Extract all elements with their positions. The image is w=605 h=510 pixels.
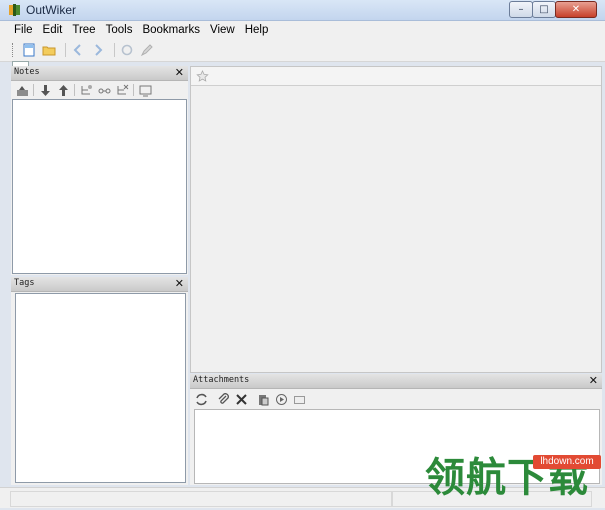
menu-bookmarks[interactable]: Bookmarks [138,24,204,36]
forward-icon[interactable] [90,42,106,58]
attachments-pane-header[interactable]: Attachments ✕ [190,374,602,389]
outwiker-logo-icon [9,4,20,16]
window-controls: – □ ✕ [509,1,597,18]
new-document-icon[interactable] [21,42,37,58]
toolbar-separator [74,84,75,96]
window-title: OutWiker [26,3,77,17]
toolbar-grip[interactable] [12,43,15,57]
paste-icon[interactable] [256,392,270,406]
minimize-button[interactable]: – [509,1,533,18]
attachments-toolbar [190,390,602,408]
edit-pencil-icon[interactable] [139,42,155,58]
toolbar-separator [133,84,134,96]
open-folder-icon[interactable] [41,42,57,58]
tags-pane: Tags ✕ [11,277,188,485]
tags-pane-header[interactable]: Tags ✕ [11,277,188,292]
notes-toolbar [11,81,188,99]
execute-icon[interactable] [274,392,288,406]
title-bar[interactable]: OutWiker – □ ✕ [0,0,605,21]
notes-pane-header[interactable]: Notes ✕ [11,66,188,81]
menu-view[interactable]: View [206,24,239,36]
menu-tree[interactable]: Tree [68,24,99,36]
menu-bar: File Edit Tree Tools Bookmarks View Help [0,21,605,39]
add-sibling-icon[interactable] [15,83,29,97]
tags-cloud[interactable] [15,293,186,483]
watermark: 领航下载 lhdown.com [425,452,603,508]
move-up-icon[interactable] [56,83,70,97]
page-tab-bar [191,67,601,86]
menu-file[interactable]: File [10,24,37,36]
notes-pane-close-button[interactable]: ✕ [175,66,184,79]
toolbar-separator [33,84,34,96]
attachments-pane-close-button[interactable]: ✕ [589,374,598,387]
tree-link-icon[interactable] [97,83,111,97]
tags-pane-title: Tags [14,278,35,288]
delete-x-icon[interactable] [234,392,248,406]
toolbar-separator [114,43,115,57]
close-button[interactable]: ✕ [555,1,597,18]
maximize-button[interactable]: □ [532,1,556,18]
status-segment-main [10,491,392,507]
menu-tools[interactable]: Tools [102,24,137,36]
toolbar-separator [65,43,66,57]
back-icon[interactable] [70,42,86,58]
app-window: OutWiker – □ ✕ File Edit Tree Tools Book… [0,0,605,510]
open-folder-icon[interactable] [292,392,306,406]
tree-remove-icon[interactable] [115,83,129,97]
refresh-icon[interactable] [194,392,208,406]
rename-icon[interactable] [138,83,152,97]
bookmark-star-icon[interactable] [195,69,209,83]
notes-pane-title: Notes [14,67,40,77]
tags-pane-close-button[interactable]: ✕ [175,277,184,290]
reload-icon[interactable] [119,42,135,58]
main-toolbar [0,39,605,62]
tree-add-icon[interactable] [79,83,93,97]
notes-tree[interactable] [12,99,187,274]
watermark-badge: lhdown.com [533,455,601,469]
menu-edit[interactable]: Edit [39,24,67,36]
paperclip-icon[interactable] [216,392,230,406]
move-down-icon[interactable] [38,83,52,97]
editor-area[interactable] [190,66,602,373]
attachments-pane-title: Attachments [193,375,250,385]
notes-pane: Notes ✕ [11,66,188,275]
menu-help[interactable]: Help [241,24,273,36]
